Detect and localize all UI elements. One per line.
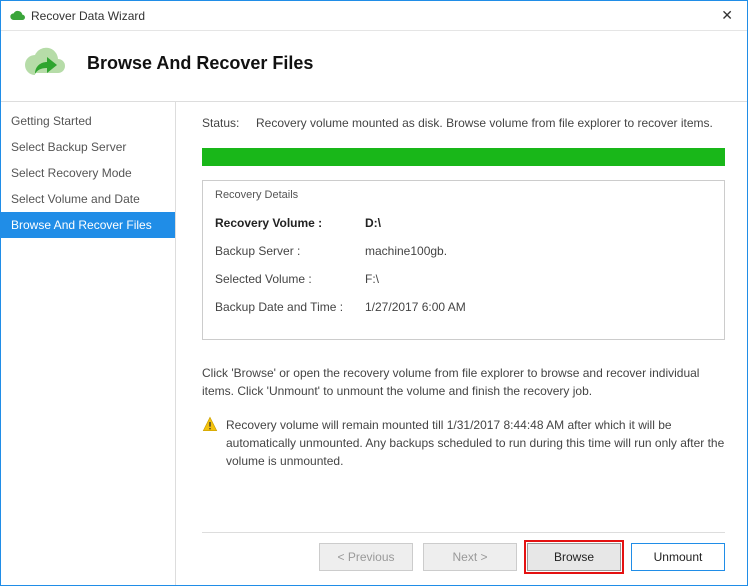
detail-value: D:\ [365, 216, 381, 230]
unmount-button[interactable]: Unmount [631, 543, 725, 571]
detail-label: Recovery Volume : [215, 216, 365, 230]
progress-bar [202, 148, 725, 166]
detail-row-recovery-volume: Recovery Volume : D:\ [215, 209, 712, 237]
instructions-text: Click 'Browse' or open the recovery volu… [202, 364, 725, 400]
recovery-details-title: Recovery Details [215, 189, 712, 201]
sidebar-item-select-recovery-mode[interactable]: Select Recovery Mode [1, 160, 175, 186]
body: Getting Started Select Backup Server Sel… [1, 101, 747, 585]
footer-buttons: < Previous Next > Browse Unmount [202, 532, 725, 573]
window-title: Recover Data Wizard [31, 9, 715, 23]
recovery-details-box: Recovery Details Recovery Volume : D:\ B… [202, 180, 725, 340]
header: Browse And Recover Files [1, 31, 747, 101]
previous-button: < Previous [319, 543, 413, 571]
status-text: Recovery volume mounted as disk. Browse … [256, 116, 713, 130]
detail-label: Selected Volume : [215, 272, 365, 286]
cloud-restore-icon [21, 43, 69, 83]
detail-row-backup-datetime: Backup Date and Time : 1/27/2017 6:00 AM [215, 293, 712, 321]
sidebar-item-browse-recover[interactable]: Browse And Recover Files [1, 212, 175, 238]
close-icon[interactable]: ✕ [715, 5, 739, 26]
warning-text: Recovery volume will remain mounted till… [226, 416, 725, 470]
wizard-window: Recover Data Wizard ✕ Browse And Recover… [0, 0, 748, 586]
sidebar: Getting Started Select Backup Server Sel… [1, 102, 176, 585]
detail-value: 1/27/2017 6:00 AM [365, 300, 466, 314]
warning-icon [202, 416, 218, 432]
status-row: Status: Recovery volume mounted as disk.… [202, 116, 725, 130]
app-icon [9, 8, 25, 24]
detail-row-backup-server: Backup Server : machine100gb. [215, 237, 712, 265]
detail-label: Backup Date and Time : [215, 300, 365, 314]
detail-row-selected-volume: Selected Volume : F:\ [215, 265, 712, 293]
sidebar-item-select-backup-server[interactable]: Select Backup Server [1, 134, 175, 160]
sidebar-item-select-volume-date[interactable]: Select Volume and Date [1, 186, 175, 212]
titlebar: Recover Data Wizard ✕ [1, 1, 747, 31]
detail-label: Backup Server : [215, 244, 365, 258]
detail-value: machine100gb. [365, 244, 447, 258]
next-button: Next > [423, 543, 517, 571]
warning-row: Recovery volume will remain mounted till… [202, 416, 725, 470]
status-label: Status: [202, 116, 256, 130]
page-title: Browse And Recover Files [87, 53, 313, 74]
sidebar-item-getting-started[interactable]: Getting Started [1, 108, 175, 134]
content: Status: Recovery volume mounted as disk.… [176, 102, 747, 585]
browse-button[interactable]: Browse [527, 543, 621, 571]
detail-value: F:\ [365, 272, 379, 286]
